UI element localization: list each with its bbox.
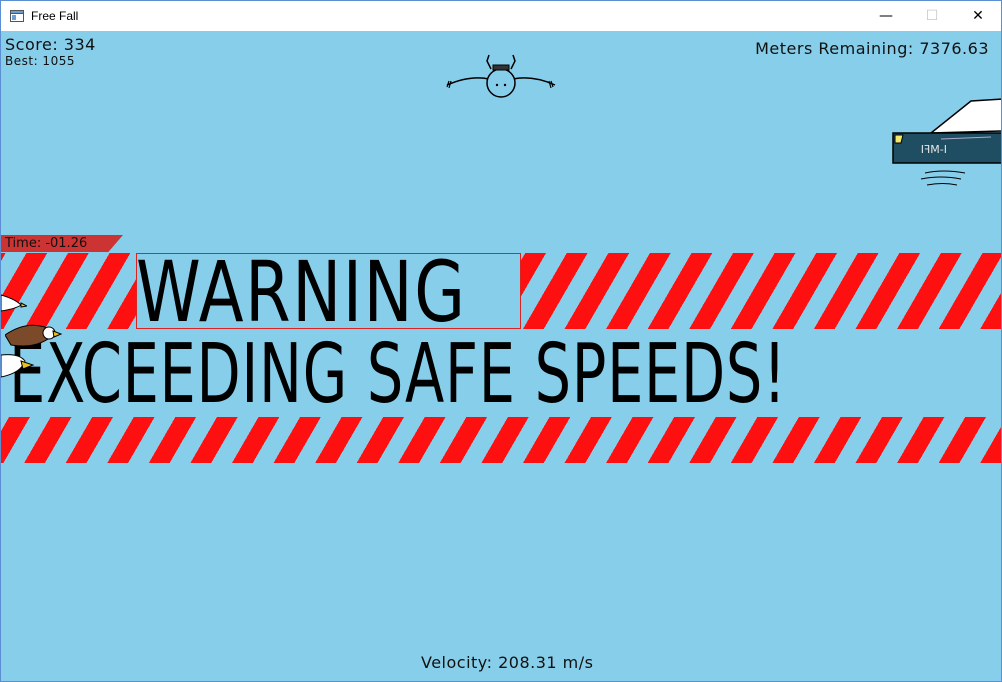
close-icon: ✕ bbox=[972, 8, 984, 24]
bird-sprite-1 bbox=[1, 294, 27, 312]
minimize-icon: — bbox=[879, 8, 893, 24]
meters-remaining-label: Meters Remaining: 7376.63 bbox=[755, 39, 989, 58]
bird-sprite-2 bbox=[5, 324, 63, 347]
tail-code-text: I-MFI bbox=[921, 143, 947, 156]
maximize-icon: ☐ bbox=[925, 8, 939, 24]
window-controls: — ☐ ✕ bbox=[863, 1, 1001, 31]
timer-badge: Time: -01.26 bbox=[1, 235, 123, 252]
title-bar[interactable]: Free Fall — ☐ ✕ bbox=[1, 1, 1001, 31]
warning-stripes-bottom bbox=[1, 417, 1001, 463]
velocity-label: Velocity: 208.31 m/s bbox=[421, 653, 594, 672]
warning-message: EXCEEDING SAFE SPEEDS! bbox=[9, 327, 787, 422]
app-icon bbox=[10, 10, 24, 22]
best-score-label: Best: 1055 bbox=[5, 54, 75, 68]
minimize-button[interactable]: — bbox=[863, 1, 909, 31]
maximize-button[interactable]: ☐ bbox=[909, 1, 955, 31]
game-window: Free Fall — ☐ ✕ Score: 334 Best: 1055 Me… bbox=[0, 0, 1002, 682]
skydiver-sprite bbox=[446, 54, 556, 98]
close-button[interactable]: ✕ bbox=[955, 1, 1001, 31]
bird-sprite-3 bbox=[1, 354, 35, 378]
score-label: Score: 334 bbox=[5, 35, 96, 54]
airplane-sprite: I-MFI bbox=[892, 98, 1001, 186]
window-title: Free Fall bbox=[31, 9, 79, 23]
game-canvas[interactable]: Score: 334 Best: 1055 Meters Remaining: … bbox=[1, 31, 1001, 681]
